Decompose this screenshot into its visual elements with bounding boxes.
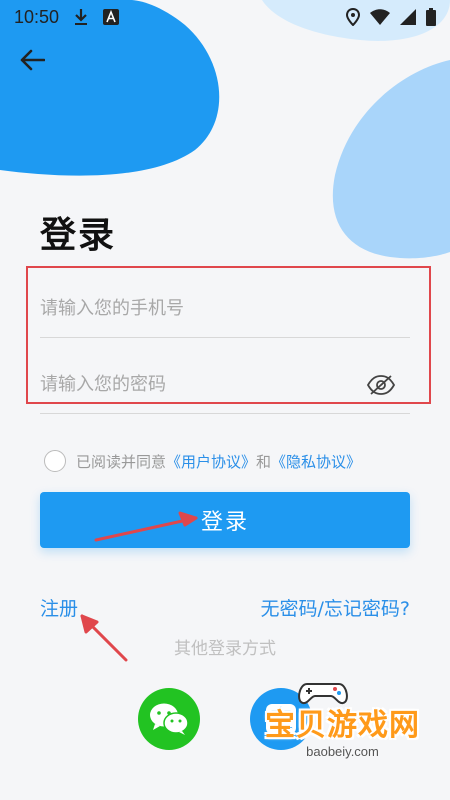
back-button[interactable]	[16, 44, 48, 76]
agreement-row: 已阅读并同意《用户协议》和《隐私协议》	[44, 450, 361, 472]
agreement-and: 和	[256, 452, 272, 471]
page-title: 登录	[40, 215, 117, 256]
agreement-checkbox[interactable]	[44, 450, 66, 472]
privacy-agreement-link[interactable]: 《隐私协议》	[271, 453, 361, 471]
watermark: 宝贝游戏网 baobeiy.com	[265, 683, 420, 759]
download-icon	[75, 9, 88, 25]
battery-icon	[426, 8, 436, 26]
arrow-left-icon	[20, 49, 45, 71]
location-icon	[346, 8, 360, 26]
login-button[interactable]: 登录	[40, 492, 410, 548]
status-time: 10:50	[14, 6, 60, 27]
password-input[interactable]	[40, 374, 350, 395]
app-a-icon	[103, 9, 120, 25]
forgot-password-link[interactable]: 无密码/忘记密码?	[261, 594, 411, 621]
register-link[interactable]: 注册	[40, 594, 78, 621]
agreement-text: 已阅读并同意《用户协议》和《隐私协议》	[76, 451, 361, 472]
watermark-url: baobeiy.com	[306, 744, 379, 759]
signal-icon	[400, 9, 416, 25]
phone-input[interactable]	[40, 298, 410, 319]
phone-field	[40, 280, 410, 338]
watermark-text: 宝贝游戏网	[265, 708, 420, 743]
gamepad-icon	[298, 683, 348, 705]
wechat-icon	[150, 703, 189, 735]
agreement-prefix: 已阅读并同意	[76, 452, 167, 471]
password-field	[40, 356, 410, 414]
wechat-login-button[interactable]	[138, 688, 200, 750]
eye-off-icon[interactable]	[366, 374, 396, 396]
wifi-icon	[370, 9, 390, 25]
user-agreement-link[interactable]: 《用户协议》	[166, 453, 256, 471]
status-bar: 10:50	[0, 0, 450, 34]
other-login-title: 其他登录方式	[174, 639, 276, 659]
